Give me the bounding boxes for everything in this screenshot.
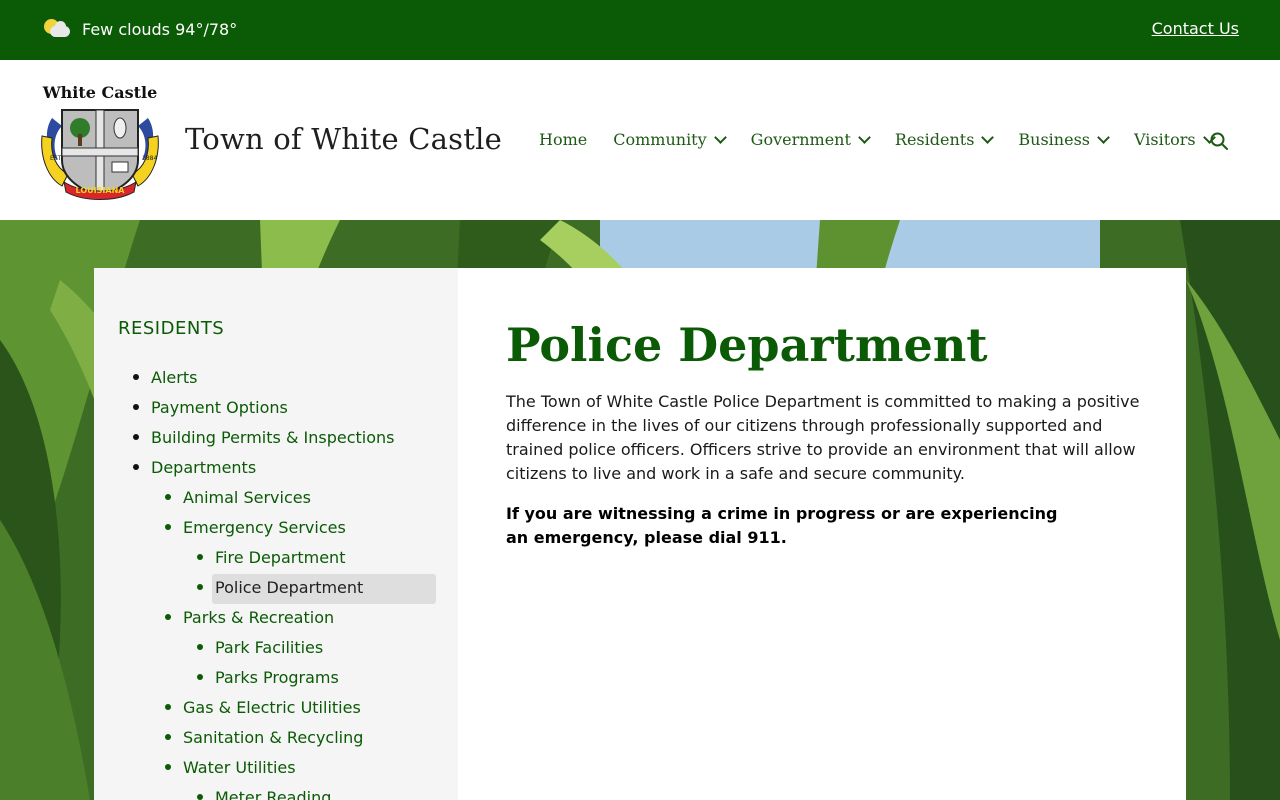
nav-community-label: Community: [613, 130, 707, 149]
weather-text: Few clouds 94°/78°: [82, 19, 238, 39]
logo-year: 1884: [142, 155, 157, 162]
sidebar-item-label: Police Department: [215, 577, 364, 597]
bullet: [197, 644, 203, 650]
sidebar-item-label: Emergency Services: [183, 517, 346, 537]
sidebar-item-payment-options[interactable]: Payment Options: [94, 392, 458, 422]
sidebar-item-fire-department[interactable]: Fire Department: [94, 542, 458, 572]
sidebar-item-building-permits[interactable]: Building Permits & Inspections: [94, 422, 458, 452]
top-bar: Few clouds 94°/78° Contact Us: [0, 0, 1280, 60]
bullet: [133, 374, 139, 380]
nav-government[interactable]: Government: [750, 130, 871, 149]
sidebar-item-departments[interactable]: Departments: [94, 452, 458, 482]
search-icon[interactable]: [1210, 132, 1228, 150]
sidebar-item-label: Fire Department: [215, 547, 346, 567]
sidebar-item-police-department[interactable]: Police Department: [94, 572, 458, 604]
contact-us-link[interactable]: Contact Us: [1152, 19, 1239, 38]
bullet: [165, 614, 171, 620]
sidebar-item-parks-recreation[interactable]: Parks & Recreation: [94, 602, 458, 632]
sidebar-item-water-utilities[interactable]: Water Utilities: [94, 752, 458, 782]
sidebar-item-label: Gas & Electric Utilities: [183, 697, 361, 717]
bullet: [165, 494, 171, 500]
sidebar-item-park-facilities[interactable]: Park Facilities: [94, 632, 458, 662]
sidebar-item-label: Payment Options: [151, 397, 288, 417]
bullet: [165, 764, 171, 770]
sidebar-heading[interactable]: RESIDENTS: [118, 318, 224, 339]
sidebar-item-label: Building Permits & Inspections: [151, 427, 395, 447]
sidebar-item-label: Parks Programs: [215, 667, 339, 687]
main-nav: Home Community Government Residents Busi…: [539, 130, 1240, 149]
bullet: [133, 404, 139, 410]
logo-text-bottom: LOUISIANA: [76, 186, 126, 195]
sidebar-item-parks-programs[interactable]: Parks Programs: [94, 662, 458, 692]
sidebar-item-label: Water Utilities: [183, 757, 296, 777]
bullet: [197, 794, 203, 800]
emergency-notice: If you are witnessing a crime in progres…: [506, 504, 1058, 547]
sidebar-item-meter-reading[interactable]: Meter Reading: [94, 782, 458, 800]
sidebar-item-gas-electric[interactable]: Gas & Electric Utilities: [94, 692, 458, 722]
bullet: [197, 674, 203, 680]
nav-visitors-label: Visitors: [1134, 130, 1196, 149]
sidebar-list: Alerts Payment Options Building Permits …: [94, 362, 458, 800]
site-header: White Castle LOUISIANA EST 1884 Town of …: [0, 60, 1280, 220]
sidebar-item-label: Park Facilities: [215, 637, 324, 657]
bullet: [165, 704, 171, 710]
intro-paragraph: The Town of White Castle Police Departme…: [506, 392, 1140, 483]
nav-business[interactable]: Business: [1018, 130, 1110, 149]
site-title[interactable]: Town of White Castle: [185, 122, 502, 156]
partly-cloudy-icon: [44, 17, 72, 41]
bullet: [165, 524, 171, 530]
bullet: [165, 734, 171, 740]
nav-government-label: Government: [750, 130, 851, 149]
sidebar-item-emergency-services[interactable]: Emergency Services: [94, 512, 458, 542]
bullet: [133, 464, 139, 470]
page-title: Police Department: [506, 318, 988, 372]
sidebar-item-label: Meter Reading: [215, 787, 332, 800]
sidebar-item-sanitation-recycling[interactable]: Sanitation & Recycling: [94, 722, 458, 752]
nav-residents[interactable]: Residents: [894, 130, 995, 149]
logo-text-top: White Castle: [42, 83, 158, 102]
sidebar-item-label: Sanitation & Recycling: [183, 727, 364, 747]
chevron-down-icon: [1097, 130, 1110, 144]
sidebar-nav: RESIDENTS Alerts Payment Options Buildin…: [94, 268, 458, 800]
nav-home-label: Home: [539, 130, 588, 149]
nav-residents-label: Residents: [894, 130, 975, 149]
nav-visitors[interactable]: Visitors: [1134, 130, 1216, 149]
chevron-down-icon: [981, 130, 995, 144]
chevron-down-icon: [858, 130, 871, 144]
content-card: RESIDENTS Alerts Payment Options Buildin…: [94, 268, 1186, 800]
nav-community[interactable]: Community: [613, 130, 727, 149]
bullet: [197, 554, 203, 560]
logo-est: EST: [50, 155, 62, 162]
sidebar-item-label: Parks & Recreation: [183, 607, 335, 627]
bullet: [197, 584, 203, 590]
sidebar-item-label: Animal Services: [183, 487, 311, 507]
town-seal-logo[interactable]: White Castle LOUISIANA EST 1884: [38, 78, 162, 202]
weather-widget: Few clouds 94°/78°: [44, 17, 237, 41]
sidebar-item-label: Alerts: [151, 367, 198, 387]
sidebar-item-label: Departments: [151, 457, 257, 477]
sidebar-item-animal-services[interactable]: Animal Services: [94, 482, 458, 512]
nav-home[interactable]: Home: [539, 130, 587, 149]
sidebar-item-alerts[interactable]: Alerts: [94, 362, 458, 392]
bullet: [133, 434, 139, 440]
nav-business-label: Business: [1018, 130, 1090, 149]
chevron-down-icon: [713, 130, 727, 144]
